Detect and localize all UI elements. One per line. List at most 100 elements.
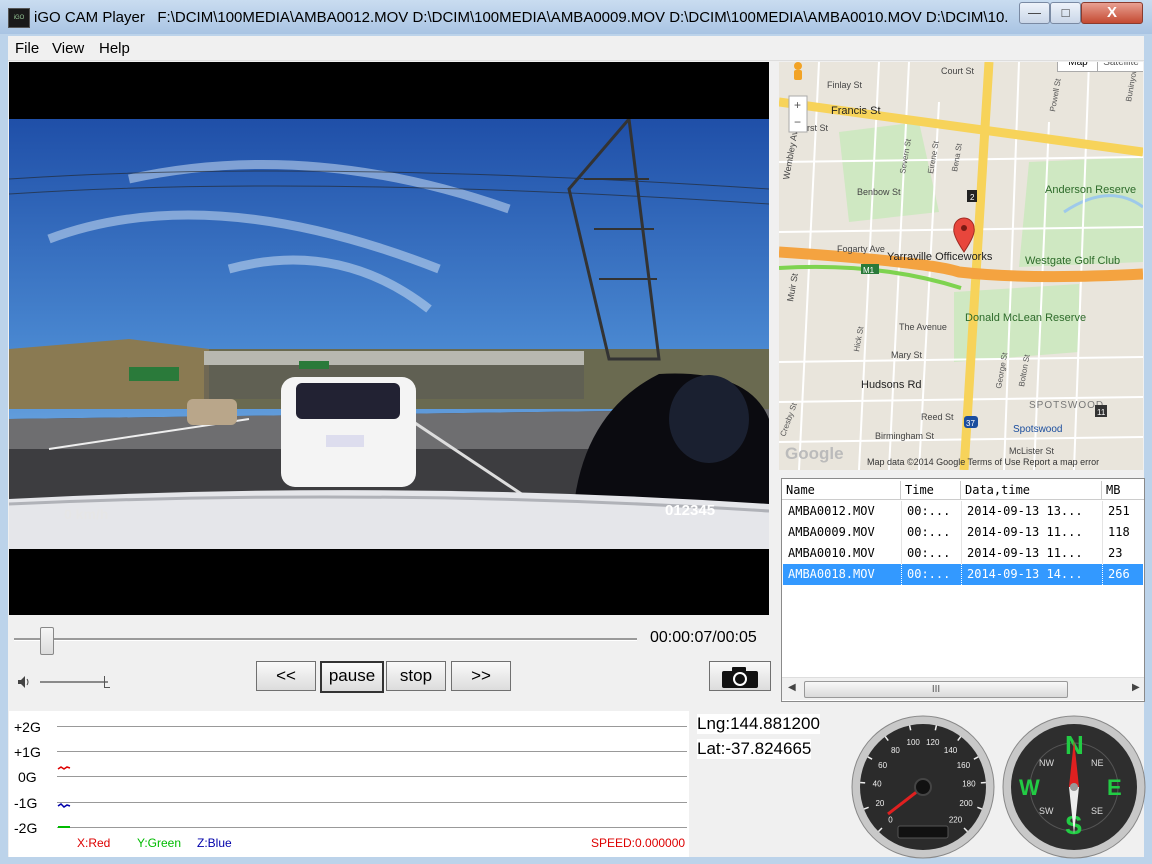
pause-button[interactable]: pause — [320, 661, 384, 693]
open-files: F:\DCIM\100MEDIA\AMBA0012.MOV D:\DCIM\10… — [157, 9, 1009, 26]
volume-slider[interactable] — [40, 681, 108, 683]
g-label: 0G — [18, 769, 37, 785]
menu-view[interactable]: View — [52, 40, 84, 57]
grid-line — [57, 776, 687, 777]
header-divider — [782, 499, 1144, 500]
cell-name: AMBA0009.MOV — [783, 522, 902, 543]
google-logo: Google — [785, 444, 844, 463]
map-street: Fogarty Ave — [837, 244, 885, 254]
stop-button[interactable]: stop — [386, 661, 446, 691]
cell-date: 2014-09-13 11... — [962, 522, 1103, 543]
compass-w: W — [1019, 775, 1040, 800]
grid-line — [57, 751, 687, 752]
speed-tick-label: 40 — [873, 780, 882, 789]
map-canvas: Francis St Court St Finlay St rst St Wem… — [779, 62, 1143, 470]
previous-button[interactable]: << — [256, 661, 316, 691]
cell-mb: 251 — [1108, 504, 1130, 518]
compass-sw: SW — [1039, 806, 1054, 816]
latitude-readout: Lat:-37.824665 — [697, 739, 812, 759]
zoom-in-button[interactable]: + — [794, 98, 801, 112]
menu-help[interactable]: Help — [99, 40, 130, 57]
column-header-time[interactable]: Time — [901, 481, 961, 499]
speed-tick-label: 0 — [888, 816, 893, 825]
cell-name: AMBA0018.MOV — [783, 564, 902, 585]
cell-mb: 118 — [1108, 525, 1130, 539]
speed-tick-label: 160 — [957, 761, 971, 770]
speed-tick-label: 200 — [959, 799, 973, 808]
map-street: Birmingham St — [875, 431, 935, 441]
map-street: Francis St — [831, 105, 881, 117]
seek-thumb[interactable] — [40, 627, 55, 655]
menu-file[interactable]: File — [15, 40, 39, 57]
g-label: +2G — [14, 719, 41, 735]
speed-value: SPEED:0.000000 — [591, 836, 686, 850]
map-street: Benbow St — [857, 187, 901, 197]
next-button[interactable]: >> — [451, 661, 511, 691]
speed-tick-label: 60 — [878, 761, 887, 770]
table-row[interactable]: AMBA0010.MOV 00:... 2014-09-13 11... 23 — [783, 543, 1143, 564]
compass-se: SE — [1091, 806, 1103, 816]
column-header-date[interactable]: Data,time — [961, 481, 1102, 499]
grid-line — [57, 726, 687, 727]
file-list: Name Time Data,time MB AMBA0012.MOV 00:.… — [781, 478, 1145, 702]
volume-thumb[interactable] — [104, 676, 110, 688]
place-office: Yarraville Officeworks — [887, 251, 993, 263]
cell-date: 2014-09-13 11... — [962, 543, 1103, 564]
speed-tick — [908, 725, 912, 731]
map-type-map-button[interactable]: Map — [1057, 62, 1099, 72]
cell-time: 00:... — [902, 564, 962, 585]
time-readout: 00:00:07/00:05 — [650, 629, 757, 646]
longitude-readout: Lng:144.881200 — [697, 714, 820, 734]
video-view[interactable]: 0 km/h 012345 — [9, 62, 769, 615]
scroll-right-icon[interactable]: ▶ — [1132, 682, 1140, 693]
cell-time: 00:... — [902, 501, 962, 522]
speed-tick-label: 80 — [891, 746, 900, 755]
horizontal-scrollbar[interactable]: ◀ III ▶ — [782, 677, 1144, 700]
place-anderson: Anderson Reserve — [1045, 184, 1136, 196]
map-type-satellite-button[interactable]: Satellite — [1097, 62, 1143, 72]
speed-tick-label: 140 — [944, 746, 958, 755]
menu-bar: File View Help — [8, 36, 1144, 61]
column-header-name[interactable]: Name — [782, 481, 901, 499]
map-view[interactable]: Francis St Court St Finlay St rst St Wem… — [779, 62, 1143, 470]
grid-line — [57, 802, 687, 803]
speedometer-gauge: 0 20 40 60 80 100 120 140 160 180 200 220 — [851, 715, 995, 859]
map-street: rst St — [807, 123, 829, 133]
legend-y: Y:Green — [137, 836, 182, 850]
shield-11: 11 — [1097, 408, 1106, 417]
gsensor-chart: +2G +1G 0G -1G -2G X:Red Y:Green Z:Blue … — [9, 711, 689, 857]
cell-name: AMBA0012.MOV — [783, 501, 902, 522]
legend-z: Z:Blue — [197, 836, 232, 850]
cell-date: 2014-09-13 13... — [962, 501, 1103, 522]
close-button[interactable]: X — [1081, 2, 1143, 24]
maximize-button[interactable]: □ — [1050, 2, 1081, 24]
speed-overlay: 0 km/h — [64, 506, 109, 522]
scroll-left-icon[interactable]: ◀ — [788, 682, 796, 693]
shield-2: 2 — [970, 193, 975, 202]
snapshot-button[interactable] — [709, 661, 771, 691]
table-row[interactable]: AMBA0012.MOV 00:... 2014-09-13 13... 251 — [783, 501, 1143, 522]
pegman-icon[interactable] — [794, 62, 802, 80]
map-attribution: Map data ©2014 Google Terms of Use Repor… — [867, 457, 1100, 467]
column-header-mb[interactable]: MB — [1102, 481, 1144, 499]
minimize-button[interactable]: — — [1019, 2, 1050, 24]
g-label: +1G — [14, 744, 41, 760]
camera-icon — [722, 667, 758, 688]
scroll-thumb[interactable]: III — [804, 681, 1068, 698]
place-mclean: Donald McLean Reserve — [965, 312, 1086, 324]
table-row[interactable]: AMBA0009.MOV 00:... 2014-09-13 11... 118 — [783, 522, 1143, 543]
seek-slider[interactable] — [14, 638, 637, 641]
volume-icon[interactable] — [16, 674, 32, 690]
g-label: -2G — [14, 820, 38, 836]
map-street: Finlay St — [827, 80, 863, 90]
place-golf: Westgate Golf Club — [1025, 255, 1120, 267]
table-row-selected[interactable]: AMBA0018.MOV 00:... 2014-09-13 14... 266 — [783, 564, 1143, 585]
place-spotswood-station: Spotswood — [1013, 424, 1062, 435]
app-icon: iGO — [8, 8, 30, 28]
zoom-out-button[interactable]: − — [794, 115, 801, 129]
window-title: iGO CAM Player F:\DCIM\100MEDIA\AMBA0012… — [34, 9, 1009, 26]
speed-tick-label: 20 — [875, 799, 884, 808]
title-bar: iGO iGO CAM Player F:\DCIM\100MEDIA\AMBA… — [0, 0, 1152, 34]
place-spotswood-area: SPOTSWOOD — [1029, 400, 1104, 411]
gsensor-traces — [57, 766, 71, 828]
